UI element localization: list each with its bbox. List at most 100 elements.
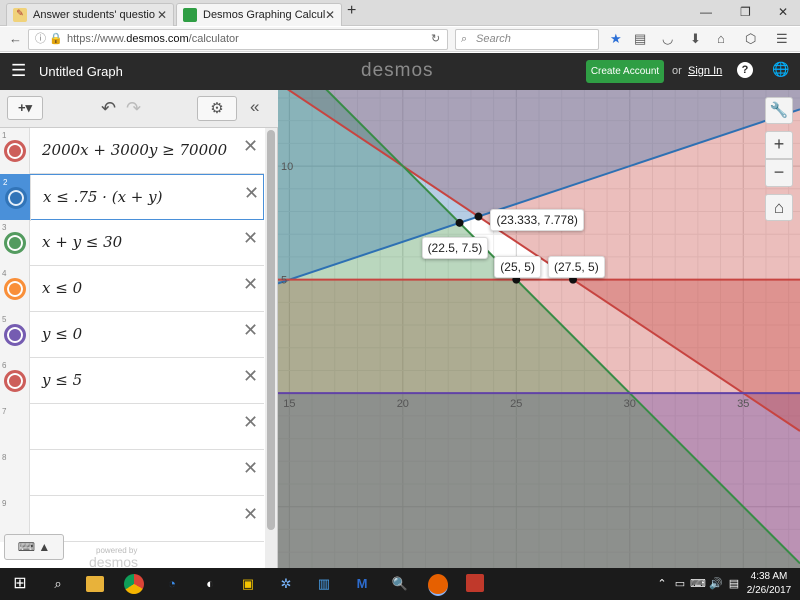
download-icon[interactable]: ⬇ xyxy=(690,31,701,47)
scrollbar-thumb[interactable] xyxy=(267,130,275,530)
extension-icon[interactable]: ⬡ xyxy=(745,31,756,47)
info-icon[interactable]: ⓘ xyxy=(35,30,46,49)
tray-notifications-icon[interactable]: ▤ xyxy=(724,574,744,594)
expression-row[interactable]: 4 x ≤ 0 ✕ xyxy=(0,266,264,312)
expression-row[interactable]: 1 2000x + 3000y ≥ 70000 ✕ xyxy=(0,128,264,174)
clock-date[interactable]: 2/26/2017 xyxy=(744,585,794,596)
expression-input[interactable]: x ≤ .75 · (x + y) xyxy=(43,188,162,206)
point-label[interactable]: (25, 5) xyxy=(494,255,541,278)
delete-expression-icon[interactable]: ✕ xyxy=(243,366,258,387)
language-globe-icon[interactable]: 🌐 xyxy=(772,61,789,78)
expression-row[interactable]: 3 x + y ≤ 30 ✕ xyxy=(0,220,264,266)
expression-color-swatch-icon[interactable] xyxy=(4,232,26,254)
undo-icon[interactable]: ↶ xyxy=(101,98,116,119)
app-gear-icon[interactable]: ✲ xyxy=(276,574,296,594)
point-label[interactable]: (27.5, 5) xyxy=(548,255,605,278)
close-tab-icon[interactable]: ✕ xyxy=(157,8,167,22)
expression-row[interactable]: 2 x ≤ .75 · (x + y) ✕ xyxy=(0,174,264,221)
delete-expression-icon[interactable]: ✕ xyxy=(243,320,258,341)
maximize-button[interactable]: ❐ xyxy=(740,5,751,19)
tray-chevron-icon[interactable]: ⌃ xyxy=(652,574,672,594)
graph-svg[interactable]: 15 20 25 30 35 10 5 xyxy=(278,90,800,568)
tray-volume-icon[interactable]: 🔊 xyxy=(706,574,726,594)
browser-nav-bar: ← ⓘ 🔒 https://www.desmos.com/calculator … xyxy=(0,27,800,52)
windows-start-icon[interactable]: ⊞ xyxy=(10,574,30,594)
expression-row[interactable]: 8 ✕ xyxy=(0,450,264,496)
delete-expression-icon[interactable]: ✕ xyxy=(243,136,258,157)
close-window-button[interactable]: ✕ xyxy=(778,5,788,19)
clock-time[interactable]: 4:38 AM xyxy=(744,571,794,582)
app-icon[interactable]: ◐ xyxy=(200,574,220,594)
tray-network-icon[interactable]: ⌨ xyxy=(688,574,708,594)
close-tab-icon[interactable]: ✕ xyxy=(325,8,335,22)
expression-color-swatch-icon[interactable] xyxy=(4,140,26,162)
graph-app-icon[interactable] xyxy=(466,574,484,592)
tab-answer-students[interactable]: ✎ Answer students' question… ✕ xyxy=(6,3,174,26)
chrome-icon[interactable] xyxy=(124,574,144,594)
help-icon[interactable]: ? xyxy=(737,62,753,78)
graph-paper[interactable]: 15 20 25 30 35 10 5 xyxy=(278,90,800,568)
pocket-icon[interactable]: ◡ xyxy=(662,31,673,47)
minimize-button[interactable]: — xyxy=(700,5,712,19)
keyboard-toggle-button[interactable]: ⌨ ▲ xyxy=(4,534,64,560)
back-icon[interactable]: ← xyxy=(9,31,22,46)
point-marker xyxy=(474,212,483,221)
tray-battery-icon[interactable]: ▭ xyxy=(670,574,690,594)
search-placeholder: Search xyxy=(476,33,511,45)
tab-desmos[interactable]: Desmos Graphing Calcula… ✕ xyxy=(176,3,342,26)
magnifier-icon[interactable]: 🔍 xyxy=(390,574,410,594)
home-icon[interactable]: ⌂ xyxy=(717,31,725,46)
point-label[interactable]: (23.333, 7.778) xyxy=(490,208,584,231)
graph-title[interactable]: Untitled Graph xyxy=(39,64,123,79)
delete-expression-icon[interactable]: ✕ xyxy=(243,504,258,525)
expression-row[interactable]: 7 ✕ xyxy=(0,404,264,450)
url-bar[interactable]: ⓘ 🔒 https://www.desmos.com/calculator ↻ xyxy=(28,29,448,50)
url-path: /calculator xyxy=(188,33,239,45)
hamburger-menu-icon[interactable]: ☰ xyxy=(11,61,26,81)
file-explorer-icon[interactable] xyxy=(86,576,104,592)
zoom-out-button[interactable]: − xyxy=(765,159,793,187)
new-tab-button[interactable]: + xyxy=(347,2,356,20)
graph-settings-wrench-icon[interactable]: 🔧 xyxy=(765,97,793,124)
bookmark-star-icon[interactable]: ★ xyxy=(610,31,622,47)
expression-number: 2 xyxy=(1,175,31,221)
default-viewport-home-icon[interactable]: ⌂ xyxy=(765,194,793,221)
expression-row[interactable]: 5 y ≤ 0 ✕ xyxy=(0,312,264,358)
network-icon[interactable]: ◔ xyxy=(162,574,182,594)
delete-expression-icon[interactable]: ✕ xyxy=(243,274,258,295)
redo-icon[interactable]: ↷ xyxy=(126,98,141,119)
expression-color-swatch-icon[interactable] xyxy=(4,370,26,392)
expression-color-swatch-icon[interactable] xyxy=(5,187,27,209)
cortana-search-icon[interactable]: ⌕ xyxy=(48,574,68,594)
create-account-button[interactable]: Create Account xyxy=(586,60,664,83)
sticky-icon[interactable]: ▣ xyxy=(238,574,258,594)
delete-expression-icon[interactable]: ✕ xyxy=(244,183,259,204)
collapse-panel-icon[interactable]: « xyxy=(250,97,259,117)
expression-input[interactable]: x + y ≤ 30 xyxy=(42,233,122,251)
expression-number: 7 xyxy=(0,404,30,450)
delete-expression-icon[interactable]: ✕ xyxy=(243,458,258,479)
firefox-icon[interactable] xyxy=(428,574,448,596)
expression-input[interactable]: x ≤ 0 xyxy=(42,279,82,297)
expression-index: 6 xyxy=(2,361,7,370)
expression-input[interactable]: 2000x + 3000y ≥ 70000 xyxy=(42,141,227,159)
expression-input[interactable]: y ≤ 0 xyxy=(42,325,82,343)
reload-icon[interactable]: ↻ xyxy=(431,30,440,49)
calculator-icon[interactable]: ▥ xyxy=(314,574,334,594)
expression-color-swatch-icon[interactable] xyxy=(4,324,26,346)
expression-color-swatch-icon[interactable] xyxy=(4,278,26,300)
malwarebytes-icon[interactable]: M xyxy=(352,574,372,594)
delete-expression-icon[interactable]: ✕ xyxy=(243,412,258,433)
point-label[interactable]: (22.5, 7.5) xyxy=(421,236,489,259)
zoom-in-button[interactable]: + xyxy=(765,131,793,159)
menu-icon[interactable]: ☰ xyxy=(776,31,788,47)
settings-gear-icon[interactable]: ⚙ xyxy=(197,96,237,121)
add-expression-button[interactable]: +▾ xyxy=(7,96,43,120)
reading-list-icon[interactable]: ▤ xyxy=(634,31,646,47)
expression-input[interactable]: y ≤ 5 xyxy=(42,371,82,389)
sign-in-link[interactable]: Sign In xyxy=(688,65,722,77)
delete-expression-icon[interactable]: ✕ xyxy=(243,228,258,249)
expression-row[interactable]: 6 y ≤ 5 ✕ xyxy=(0,358,264,404)
search-input[interactable]: ⌕ Search xyxy=(455,29,599,50)
browser-tab-bar: ✎ Answer students' question… ✕ Desmos Gr… xyxy=(0,0,800,26)
